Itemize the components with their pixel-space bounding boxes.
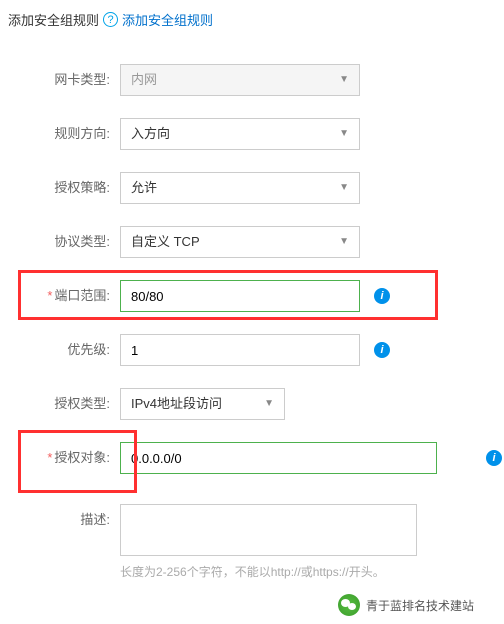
info-icon[interactable]: i — [486, 450, 502, 466]
caret-icon: ▼ — [264, 389, 274, 419]
label-description: 描述: — [0, 504, 120, 536]
label-port-range: *端口范围: — [0, 280, 120, 312]
info-icon[interactable]: i — [374, 288, 390, 304]
label-policy: 授权策略: — [0, 172, 120, 204]
input-port-range[interactable] — [120, 280, 360, 312]
security-rule-form: 网卡类型: 内网 ▼ 规则方向: 入方向 ▼ 授权策略: 允许 ▼ 协议类型: — [0, 39, 504, 580]
caret-icon: ▼ — [339, 227, 349, 257]
wechat-icon — [338, 594, 360, 616]
row-protocol: 协议类型: 自定义 TCP ▼ — [0, 226, 504, 258]
row-auth-object: *授权对象: i — [0, 442, 504, 474]
info-icon[interactable]: i — [374, 342, 390, 358]
textarea-description[interactable] — [120, 504, 417, 556]
page-header: 添加安全组规则 ? 添加安全组规则 — [0, 0, 504, 39]
select-nic-type-value: 内网 — [131, 72, 157, 87]
select-direction-value: 入方向 — [131, 126, 170, 141]
input-auth-object[interactable] — [120, 442, 437, 474]
select-auth-type[interactable]: IPv4地址段访问 ▼ — [120, 388, 285, 420]
help-link[interactable]: 添加安全组规则 — [122, 10, 213, 29]
select-policy[interactable]: 允许 ▼ — [120, 172, 360, 204]
row-auth-type: 授权类型: IPv4地址段访问 ▼ — [0, 388, 504, 420]
label-direction: 规则方向: — [0, 118, 120, 150]
select-protocol-value: 自定义 TCP — [131, 234, 200, 249]
select-policy-value: 允许 — [131, 180, 157, 195]
select-nic-type: 内网 ▼ — [120, 64, 360, 96]
select-direction[interactable]: 入方向 ▼ — [120, 118, 360, 150]
label-auth-type: 授权类型: — [0, 388, 120, 420]
label-protocol: 协议类型: — [0, 226, 120, 258]
description-hint: 长度为2-256个字符，不能以http://或https://开头。 — [120, 563, 417, 580]
footer: 青于蓝排名技术建站 — [0, 586, 504, 624]
row-description: 描述: 长度为2-256个字符，不能以http://或https://开头。 — [0, 504, 504, 580]
input-priority[interactable] — [120, 334, 360, 366]
row-direction: 规则方向: 入方向 ▼ — [0, 118, 504, 150]
label-priority: 优先级: — [0, 334, 120, 366]
select-auth-type-value: IPv4地址段访问 — [131, 396, 222, 411]
help-icon[interactable]: ? — [103, 12, 118, 27]
row-nic-type: 网卡类型: 内网 ▼ — [0, 64, 504, 96]
label-auth-object: *授权对象: — [0, 442, 120, 474]
caret-icon: ▼ — [339, 173, 349, 203]
select-protocol[interactable]: 自定义 TCP ▼ — [120, 226, 360, 258]
row-priority: 优先级: i — [0, 334, 504, 366]
row-policy: 授权策略: 允许 ▼ — [0, 172, 504, 204]
caret-icon: ▼ — [339, 119, 349, 149]
row-port-range: *端口范围: i — [0, 280, 504, 312]
footer-text: 青于蓝排名技术建站 — [366, 597, 474, 614]
page-title: 添加安全组规则 — [8, 10, 99, 29]
caret-icon: ▼ — [339, 65, 349, 95]
label-nic-type: 网卡类型: — [0, 64, 120, 96]
